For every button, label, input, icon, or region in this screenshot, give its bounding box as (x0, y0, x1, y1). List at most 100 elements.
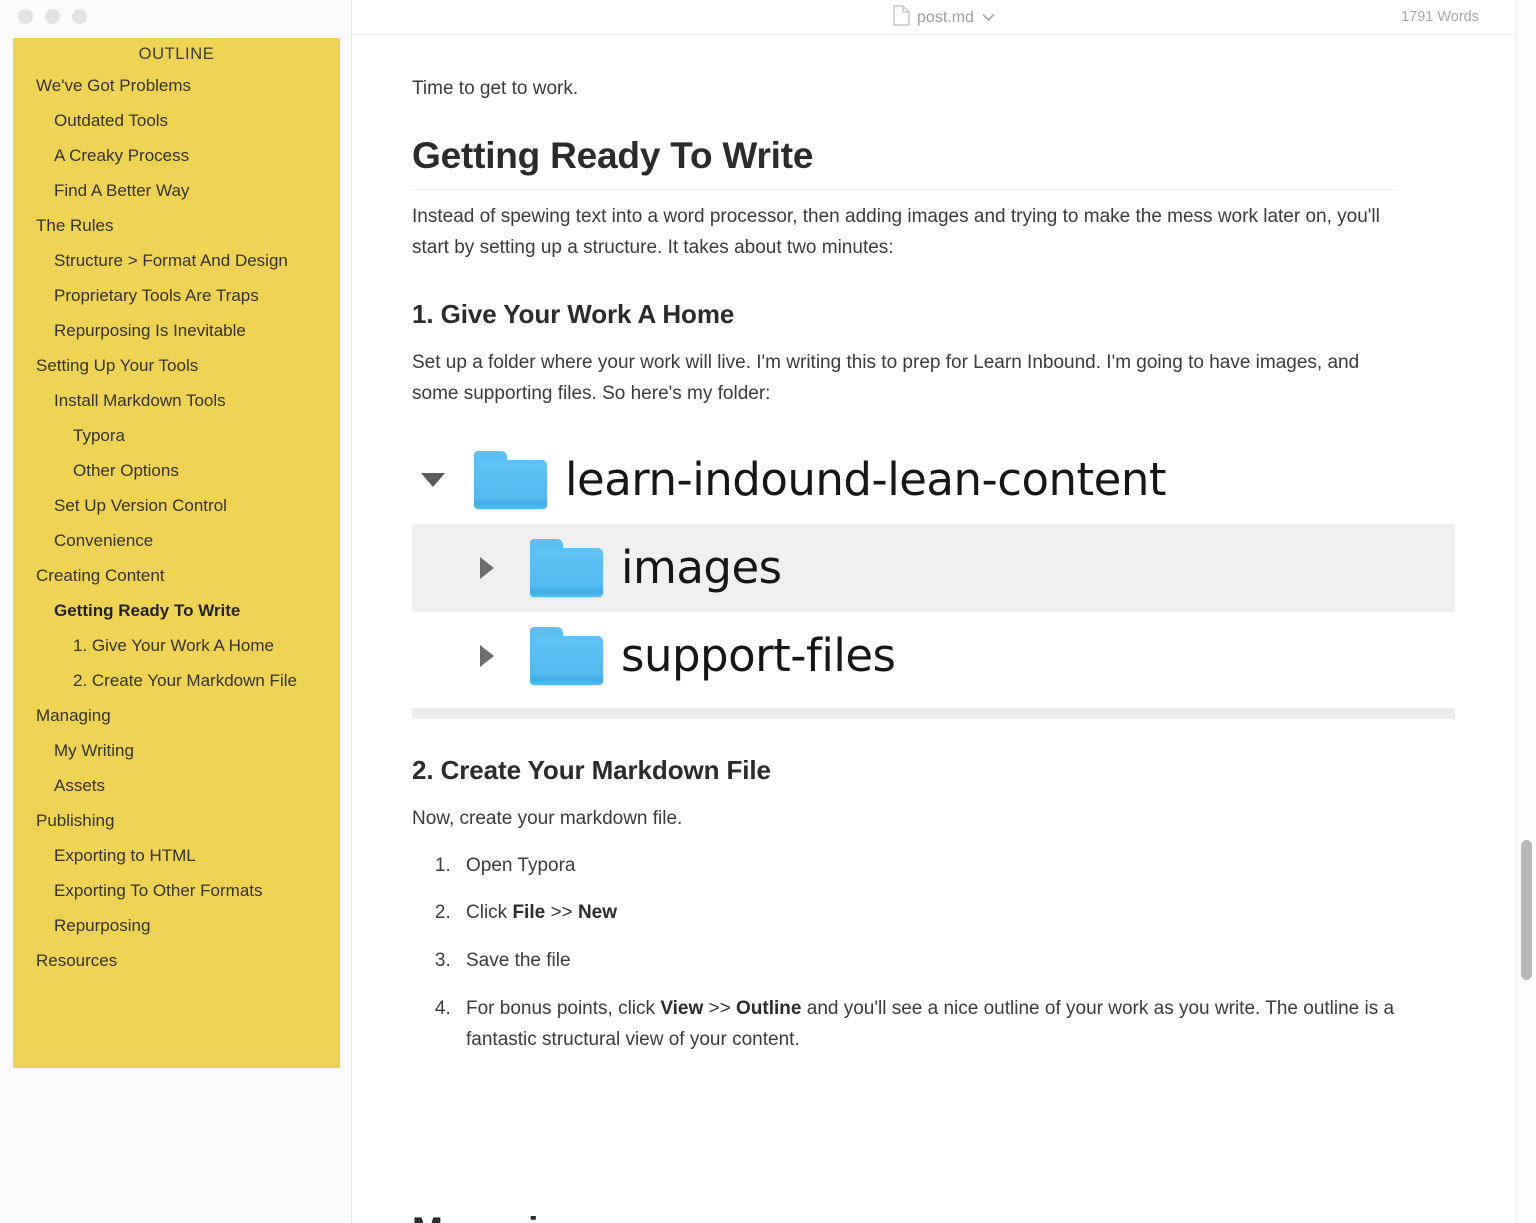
outline-item[interactable]: Repurposing Is Inevitable (13, 313, 340, 348)
outline-item-label: Managing (36, 706, 111, 725)
outline-pane: OUTLINE We've Got Problems Outdated Tools… (0, 0, 352, 1223)
folder-list-bottom-strip (412, 707, 1455, 719)
outline-item-label: Repurposing Is Inevitable (54, 321, 246, 340)
outline-item-label: Setting Up Your Tools (36, 356, 199, 375)
outline-item[interactable]: Typora (13, 418, 340, 453)
step-list-item: Open Typora (456, 851, 1397, 882)
outline-item[interactable]: Setting Up Your Tools (13, 348, 340, 383)
outline-item-label: Exporting to HTML (54, 846, 196, 865)
step-list-item: For bonus points, click View >> Outline … (456, 994, 1397, 1056)
heading-give-your-work-a-home: 1. Give Your Work A Home (412, 299, 735, 330)
outline-item-label: 1. Give Your Work A Home (73, 636, 274, 655)
outline-item-label: Structure > Format And Design (54, 251, 288, 270)
folder-row: images (412, 523, 1455, 612)
heading-getting-ready-to-write: Getting Ready To Write (412, 135, 1397, 190)
outline-item-label: 2. Create Your Markdown File (73, 671, 297, 690)
outline-item-label: Creating Content (36, 566, 165, 585)
outline-item[interactable]: Other Options (13, 453, 340, 488)
outline-item[interactable]: Find A Better Way (13, 173, 340, 208)
file-name-tab[interactable]: post.md (352, 5, 1536, 31)
minimize-button-icon[interactable] (45, 9, 60, 24)
step-emphasis: View (660, 997, 704, 1019)
outline-item[interactable]: Creating Content (13, 558, 340, 593)
folder-icon (530, 538, 603, 597)
outline-item-label: Install Markdown Tools (54, 391, 226, 410)
folder-icon (530, 626, 603, 685)
word-count-label[interactable]: 1791 Words (1401, 9, 1479, 25)
document-scroll-area: Time to get to work. Getting Ready To Wr… (352, 36, 1536, 1223)
editor-topbar: post.md 1791 Words (352, 0, 1536, 35)
step-emphasis: File (512, 902, 546, 924)
outline-item[interactable]: Repurposing (13, 908, 340, 943)
document-body[interactable]: Time to get to work. Getting Ready To Wr… (352, 36, 1472, 1223)
outline-item-label: Convenience (54, 531, 154, 550)
editor-pane: post.md 1791 Words Time to get to work. … (352, 0, 1536, 1223)
outline-item[interactable]: Set Up Version Control (13, 488, 340, 523)
triangle-right-icon-glyph (480, 644, 494, 667)
outline-item[interactable]: Exporting to HTML (13, 838, 340, 873)
window-titlebar (0, 0, 351, 32)
outline-item[interactable]: Structure > Format And Design (13, 243, 340, 278)
step-text: Click (466, 902, 513, 924)
outline-item[interactable]: We've Got Problems (13, 68, 340, 103)
outline-item-label: Other Options (73, 461, 179, 480)
outline-item-label: Publishing (36, 811, 115, 830)
outline-item[interactable]: 2. Create Your Markdown File (13, 663, 340, 698)
triangle-right-icon (470, 556, 504, 579)
folder-name-label: support-files (621, 629, 896, 683)
folder-icon (474, 450, 547, 509)
outline-item[interactable]: Outdated Tools (13, 103, 340, 138)
outline-title: OUTLINE (138, 45, 215, 63)
step-text: Save the file (466, 950, 571, 972)
outline-item-label: A Creaky Process (54, 146, 190, 165)
outline-item[interactable]: Exporting To Other Formats (13, 873, 340, 908)
intro-paragraph: Time to get to work. (412, 78, 579, 99)
step-list-item: Save the file (456, 946, 1397, 977)
outline-item[interactable]: Assets (13, 768, 340, 803)
triangle-right-icon-glyph (480, 556, 494, 579)
outline-item-label: Resources (36, 951, 118, 970)
section2-paragraph: Now, create your markdown file. (412, 807, 683, 829)
close-button-icon[interactable] (18, 9, 33, 24)
chevron-down-icon[interactable] (982, 9, 995, 27)
step-list-item: Click File >> New (456, 898, 1397, 929)
outline-item[interactable]: Publishing (13, 803, 340, 838)
vertical-scrollbar-thumb[interactable] (1521, 840, 1532, 980)
step-emphasis: New (577, 902, 618, 924)
document-icon (893, 5, 910, 31)
heading-create-your-markdown-file: 2. Create Your Markdown File (412, 754, 771, 785)
heading-managing: Managing (412, 1210, 1397, 1223)
folder-row: learn-indound-lean-content (412, 436, 1455, 524)
outline-item-label: We've Got Problems (36, 76, 192, 95)
outline-item[interactable]: A Creaky Process (13, 138, 340, 173)
outline-item-label: Exporting To Other Formats (54, 881, 263, 900)
triangle-down-icon-glyph (421, 472, 445, 487)
vertical-scrollbar-track[interactable] (1516, 0, 1536, 1223)
outline-item-label: Getting Ready To Write (54, 601, 241, 620)
outline-item-label: Repurposing (54, 916, 151, 935)
outline-item[interactable]: Install Markdown Tools (13, 383, 340, 418)
folder-tree-screenshot: learn-indound-lean-content images support-… (412, 435, 1455, 719)
outline-list: We've Got Problems Outdated Tools A Creaky… (13, 68, 340, 978)
step-emphasis: Outline (736, 997, 802, 1019)
outline-item[interactable]: Managing (13, 698, 340, 733)
outline-item-label: The Rules (36, 216, 114, 235)
step-text: >> (703, 997, 737, 1019)
triangle-right-icon (470, 644, 504, 667)
outline-item-label: Assets (54, 776, 106, 795)
file-name-label: post.md (917, 9, 974, 26)
outline-item[interactable]: Resources (13, 943, 340, 978)
outline-item[interactable]: 1. Give Your Work A Home (13, 628, 340, 663)
outline-item[interactable]: Proprietary Tools Are Traps (13, 278, 340, 313)
step-text: Open Typora (466, 854, 576, 876)
step-text: >> (545, 902, 578, 924)
zoom-button-icon[interactable] (72, 9, 87, 24)
lead-paragraph: Instead of spewing text into a word proc… (412, 205, 1380, 258)
outline-item[interactable]: My Writing (13, 733, 340, 768)
outline-item[interactable]: The Rules (13, 208, 340, 243)
outline-item-label: Set Up Version Control (54, 496, 227, 515)
outline-item[interactable]: Getting Ready To Write (13, 593, 340, 628)
outline-item[interactable]: Convenience (13, 523, 340, 558)
outline-item-label: Proprietary Tools Are Traps (54, 286, 259, 305)
outline-item-label: Typora (73, 426, 125, 445)
